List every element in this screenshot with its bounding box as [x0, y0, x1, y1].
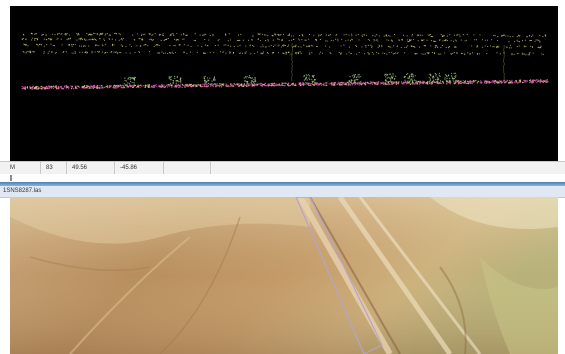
profile-point-cloud — [21, 32, 549, 90]
status-separator — [114, 162, 115, 174]
document-tab-title: 1SNS8287.las — [3, 188, 42, 194]
status-mode: M — [10, 165, 15, 171]
status-separator — [66, 162, 67, 174]
status-extra — [167, 164, 169, 173]
status-separator — [210, 162, 211, 174]
map-view[interactable] — [10, 197, 558, 354]
status-bar: M 83 49.56 -45.86 — [0, 161, 565, 175]
status-y-coordinate: -45.86 — [120, 165, 138, 171]
terrain-hillshade — [10, 197, 558, 354]
scroll-thumb-icon[interactable] — [10, 175, 12, 181]
status-x-coordinate: 49.56 — [72, 165, 88, 171]
las-viewer-window: M 83 49.56 -45.86 1SNS8287.las — [0, 0, 565, 354]
status-separator — [40, 162, 41, 174]
profile-view[interactable] — [10, 6, 558, 161]
status-point-count: 83 — [46, 165, 53, 171]
status-separator — [163, 162, 164, 174]
